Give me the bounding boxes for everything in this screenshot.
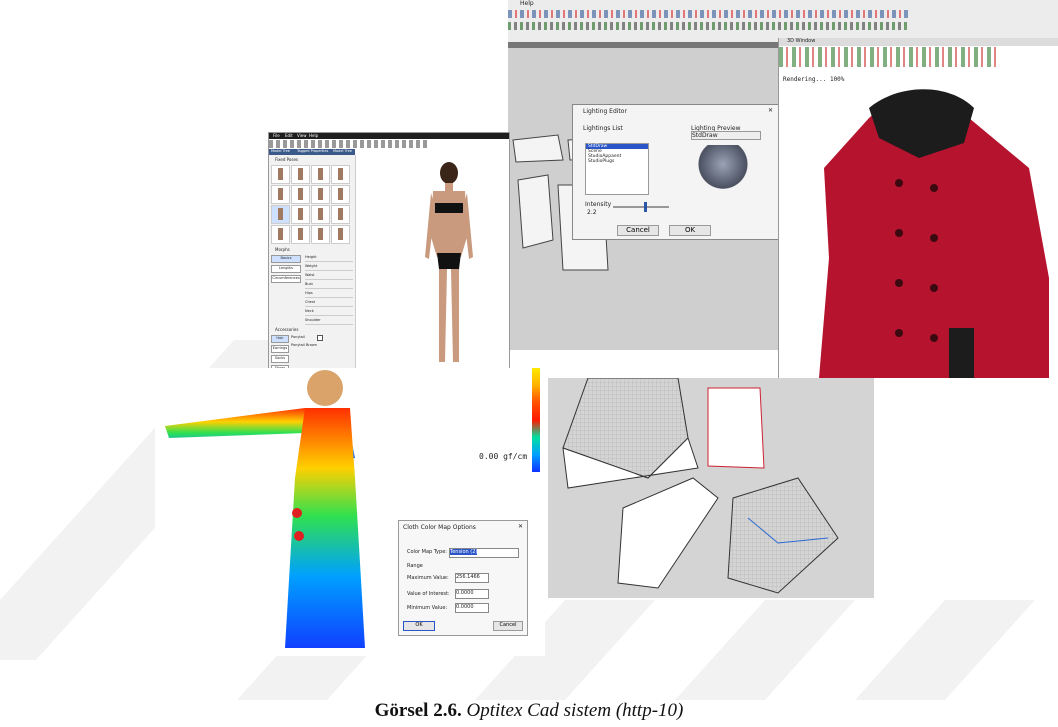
cancel-button[interactable]: Cancel bbox=[493, 621, 523, 631]
intensity-slider[interactable] bbox=[613, 202, 669, 212]
pose-thumbnail[interactable] bbox=[311, 185, 330, 204]
min-value-field[interactable]: 0.0000 bbox=[455, 603, 489, 613]
avatar-window: File Edit View Help Model Tree Tagged Pr… bbox=[268, 132, 510, 372]
morph-parameter[interactable]: Waist bbox=[305, 273, 353, 280]
caption-label: Görsel 2.6. bbox=[374, 700, 462, 721]
material-label: Ponytail Brown bbox=[291, 343, 317, 347]
pose-thumbnail[interactable] bbox=[331, 225, 350, 244]
range-label: Range bbox=[407, 563, 423, 569]
watermark-stripe bbox=[854, 600, 1036, 700]
accessory-checkbox[interactable] bbox=[317, 335, 323, 341]
morph-parameter[interactable]: Weight bbox=[305, 264, 353, 271]
ok-button[interactable]: OK bbox=[669, 225, 711, 236]
lightings-list-label: Lightings List bbox=[583, 125, 623, 132]
tab-tagged-properties[interactable]: Tagged Properties bbox=[297, 149, 328, 153]
menu-help[interactable]: Help bbox=[309, 133, 318, 138]
avatar-menubar: File Edit View Help bbox=[269, 133, 509, 139]
pattern-grading-view bbox=[548, 378, 874, 598]
avatar-toolbar[interactable] bbox=[269, 140, 429, 148]
accessory-button[interactable]: Hair bbox=[271, 335, 289, 343]
morph-parameter[interactable]: Neck bbox=[305, 309, 353, 316]
pose-thumbnail[interactable] bbox=[271, 185, 290, 204]
pose-thumbnail[interactable] bbox=[331, 165, 350, 184]
pose-thumbnail[interactable] bbox=[271, 225, 290, 244]
intensity-label: Intensity bbox=[585, 201, 612, 208]
interest-value-field[interactable]: 0.0000 bbox=[455, 589, 489, 599]
accessory-button[interactable]: Socks bbox=[271, 355, 289, 363]
watermark-stripe bbox=[674, 600, 856, 700]
intensity-value: 2.2 bbox=[587, 209, 597, 216]
pose-thumbnail[interactable] bbox=[271, 165, 290, 184]
scale-value: 0.00 gf/cm bbox=[479, 452, 528, 461]
toolbar-icons[interactable] bbox=[508, 22, 908, 30]
map-type-label: Color Map Type: bbox=[407, 549, 447, 555]
tab-model-tree[interactable]: Model Tree bbox=[271, 149, 290, 153]
preview-value: StdDraw bbox=[691, 131, 761, 140]
cad-menubar: Help bbox=[508, 0, 1058, 43]
pose-thumbnail[interactable] bbox=[271, 205, 290, 224]
interest-label: Value of Interest: bbox=[407, 591, 450, 597]
pose-thumbnail[interactable] bbox=[311, 205, 330, 224]
menu-edit[interactable]: Edit bbox=[285, 133, 293, 138]
menu-file[interactable]: File bbox=[273, 133, 280, 138]
intensity-slider-thumb[interactable] bbox=[643, 202, 647, 212]
accessory-label: Ponytail bbox=[291, 335, 305, 339]
tab-model-tree-2[interactable]: Model Tree bbox=[333, 149, 352, 153]
morph-parameter[interactable]: Hips bbox=[305, 291, 353, 298]
morph-category-button[interactable]: Circumferences bbox=[271, 275, 301, 283]
pattern-pieces bbox=[562, 378, 839, 594]
caption-text: Optitex Cad sistem (http-10) bbox=[466, 700, 684, 721]
min-label: Minimum Value: bbox=[407, 605, 448, 611]
render-toolbar[interactable] bbox=[779, 47, 999, 67]
section-morphs: Morphs bbox=[275, 247, 290, 252]
morph-category-button[interactable]: Lengths bbox=[271, 265, 301, 273]
map-type-select[interactable]: Tension (2) bbox=[449, 548, 519, 558]
cancel-button[interactable]: Cancel bbox=[617, 225, 659, 236]
avatar-figure bbox=[425, 162, 473, 362]
properties-panel: Fixed Poses Morphs Basics Lengths Circumfe… bbox=[269, 155, 356, 371]
render-window: 3D Window Rendering... 100% bbox=[778, 38, 1058, 394]
pose-thumbnail[interactable] bbox=[311, 225, 330, 244]
ok-button[interactable]: OK bbox=[403, 621, 435, 631]
accessory-button[interactable]: Earrings bbox=[271, 345, 289, 353]
pose-thumbnail[interactable] bbox=[291, 185, 310, 204]
toolbar-icons[interactable] bbox=[508, 10, 908, 18]
morph-parameter[interactable]: Chest bbox=[305, 300, 353, 307]
pose-thumbnail[interactable] bbox=[331, 205, 350, 224]
morph-parameter[interactable]: Shoulder bbox=[305, 318, 353, 325]
menu-help[interactable]: Help bbox=[520, 0, 534, 7]
pose-thumbnail[interactable] bbox=[291, 165, 310, 184]
max-value-field[interactable]: 256.1466 bbox=[455, 573, 489, 583]
pose-grid bbox=[271, 165, 353, 245]
menu-view[interactable]: View bbox=[297, 133, 307, 138]
red-coat-render bbox=[819, 89, 1049, 378]
figure-caption: Görsel 2.6. Optitex Cad sistem (http-10) bbox=[0, 700, 1058, 722]
lighting-editor-dialog: Lighting Editor ✕ Lightings List StdDraw… bbox=[572, 104, 780, 240]
lightings-list-item[interactable]: StudioPlugs bbox=[586, 159, 648, 164]
pose-thumbnail[interactable] bbox=[291, 205, 310, 224]
lighting-preview-image bbox=[695, 145, 751, 193]
max-label: Maximum Value: bbox=[407, 575, 449, 581]
render-titlebar: 3D Window bbox=[779, 38, 1058, 46]
dialog-title: Cloth Color Map Options bbox=[403, 524, 476, 531]
section-accessories: Accessories bbox=[275, 327, 299, 332]
color-map-dialog: Cloth Color Map Options ✕ Color Map Type… bbox=[398, 520, 528, 636]
color-scale-bar bbox=[532, 368, 540, 472]
tension-avatar bbox=[165, 370, 365, 648]
pose-thumbnail[interactable] bbox=[331, 185, 350, 204]
section-fixed-poses: Fixed Poses bbox=[275, 157, 298, 162]
pose-thumbnail[interactable] bbox=[311, 165, 330, 184]
pose-thumbnail[interactable] bbox=[291, 225, 310, 244]
dialog-title: Lighting Editor bbox=[583, 108, 627, 115]
close-icon[interactable]: ✕ bbox=[518, 523, 523, 530]
morph-category-button[interactable]: Basics bbox=[271, 255, 301, 263]
morph-parameter[interactable]: Height bbox=[305, 255, 353, 262]
morph-parameter[interactable]: Bust bbox=[305, 282, 353, 289]
close-icon[interactable]: ✕ bbox=[768, 107, 773, 114]
lightings-list[interactable]: StdDraw Scene StudioAppaent StudioPlugs bbox=[585, 143, 649, 195]
